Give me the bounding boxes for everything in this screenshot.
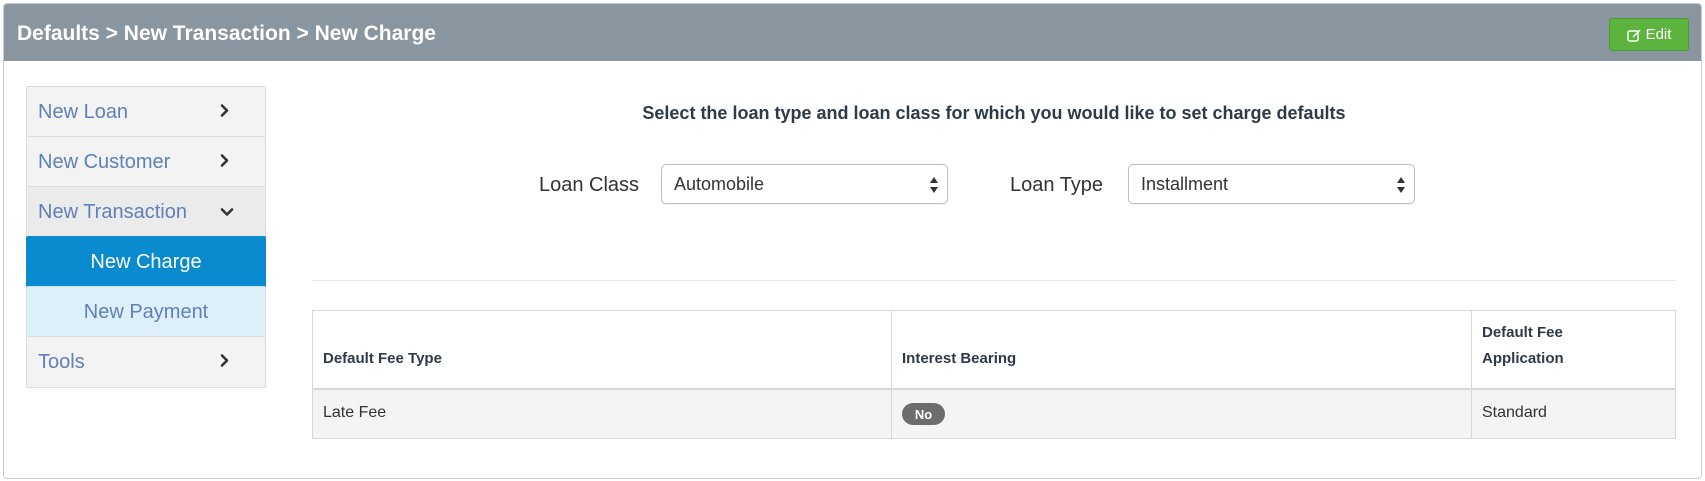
panel-header: Defaults > New Transaction > New Charge … <box>4 4 1701 61</box>
edit-button-label: Edit <box>1645 26 1672 43</box>
fee-application-cell: Standard <box>1472 390 1675 438</box>
sidebar-item-new-charge[interactable]: New Charge <box>26 236 266 288</box>
fee-defaults-table: Default Fee Type Interest Bearing Defaul… <box>312 310 1676 439</box>
select-arrows-icon <box>929 175 939 200</box>
loan-type-label: Loan Type <box>1010 174 1104 196</box>
sidebar-item-new-transaction[interactable]: New Transaction <box>26 186 266 238</box>
table-header-interest-bearing: Interest Bearing <box>892 311 1472 390</box>
edit-button[interactable]: Edit <box>1609 18 1689 51</box>
fee-type-cell: Late Fee <box>323 404 387 421</box>
loan-class-value: Automobile <box>674 174 765 194</box>
sidebar-item-tools[interactable]: Tools <box>26 336 266 388</box>
status-badge: No <box>902 403 945 425</box>
sidebar-item-label: New Transaction <box>38 200 187 223</box>
sidebar-item-new-payment[interactable]: New Payment <box>26 286 266 338</box>
section-divider <box>312 280 1676 281</box>
breadcrumb: Defaults > New Transaction > New Charge <box>17 22 436 45</box>
table-header-fee-type: Default Fee Type <box>313 311 892 390</box>
loan-type-value: Installment <box>1141 174 1229 194</box>
table-header-fee-application: Default Fee Application <box>1472 311 1675 390</box>
loan-type-select[interactable]: Installment <box>1128 164 1415 204</box>
chevron-right-icon <box>220 101 230 124</box>
sidebar-item-label: New Customer <box>38 150 171 173</box>
loan-class-label: Loan Class <box>539 174 640 196</box>
loan-class-select[interactable]: Automobile <box>661 164 948 204</box>
chevron-down-icon <box>220 201 234 224</box>
chevron-right-icon <box>220 351 230 374</box>
sidebar-item-new-customer[interactable]: New Customer <box>26 136 266 188</box>
sidebar-item-new-loan[interactable]: New Loan <box>26 86 266 138</box>
chevron-right-icon <box>220 151 230 174</box>
sidebar-item-label: Tools <box>38 350 85 373</box>
select-arrows-icon <box>1396 175 1406 200</box>
interest-bearing-cell: No <box>892 390 1472 438</box>
sidebar-item-label: New Charge <box>90 250 202 273</box>
table-row[interactable]: Late Fee <box>313 390 892 438</box>
sidebar-item-label: New Loan <box>38 100 129 123</box>
main-heading: Select the loan type and loan class for … <box>642 103 1346 123</box>
pencil-square-icon <box>1626 28 1641 42</box>
sidebar-item-label: New Payment <box>83 300 209 323</box>
